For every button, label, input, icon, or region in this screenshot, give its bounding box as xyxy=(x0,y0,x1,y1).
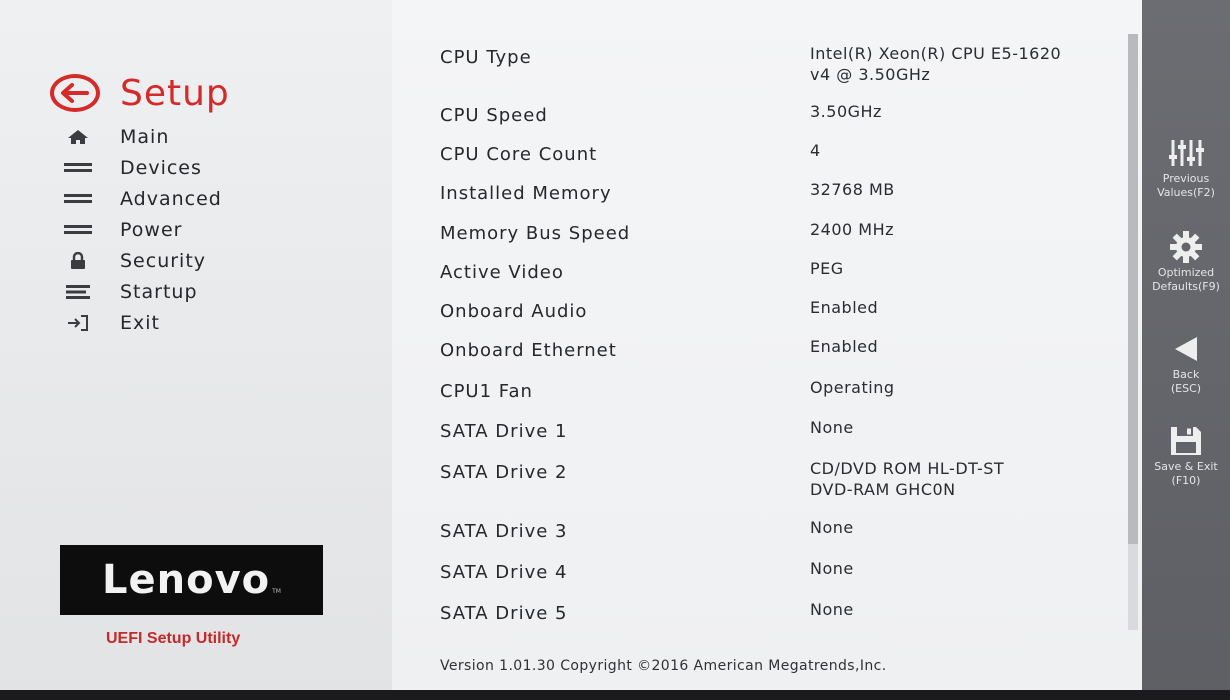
nav-item-label: Startup xyxy=(120,280,198,303)
info-value: Intel(R) Xeon(R) CPU E5-1620 v4 @ 3.50GH… xyxy=(810,44,1062,84)
bezel-edge xyxy=(0,690,1230,700)
nav-menu: Main Devices Advanced Power Security Sta… xyxy=(62,121,222,338)
info-label: SATA Drive 1 xyxy=(440,421,568,442)
advanced-icon xyxy=(62,189,94,209)
utility-name: UEFI Setup Utility xyxy=(106,630,241,647)
action-label: Back (ESC) xyxy=(1170,368,1202,395)
info-label: Installed Memory xyxy=(440,183,612,204)
exit-icon xyxy=(62,313,94,333)
nav-item-advanced[interactable]: Advanced xyxy=(62,183,222,214)
nav-item-label: Devices xyxy=(120,156,202,179)
info-label: SATA Drive 5 xyxy=(440,603,568,624)
nav-item-devices[interactable]: Devices xyxy=(62,152,222,183)
info-label: SATA Drive 4 xyxy=(440,562,568,583)
save-exit-button[interactable]: Save & Exit (F10) xyxy=(1142,422,1230,488)
scrollbar-thumb[interactable] xyxy=(1128,34,1138,544)
info-label: SATA Drive 3 xyxy=(440,521,568,542)
devices-icon xyxy=(62,158,94,178)
info-label: SATA Drive 2 xyxy=(440,462,568,483)
gear-icon xyxy=(1142,228,1230,266)
info-value: Enabled xyxy=(810,298,879,317)
trademark-mark: TM xyxy=(272,588,281,595)
info-value: Operating xyxy=(810,378,895,397)
info-label: Onboard Audio xyxy=(440,301,588,322)
power-icon xyxy=(62,220,94,240)
info-label: CPU Speed xyxy=(440,105,548,126)
nav-item-startup[interactable]: Startup xyxy=(62,276,222,307)
info-value: None xyxy=(810,600,854,619)
sliders-icon xyxy=(1142,134,1230,172)
nav-item-label: Security xyxy=(120,249,207,272)
nav-item-security[interactable]: Security xyxy=(62,245,222,276)
info-value: None xyxy=(810,518,854,537)
logo-text: Lenovo xyxy=(102,557,271,603)
info-label: CPU Type xyxy=(440,47,532,68)
save-icon xyxy=(1142,422,1230,460)
nav-item-exit[interactable]: Exit xyxy=(62,307,222,338)
nav-item-label: Main xyxy=(120,125,170,148)
lenovo-logo: Lenovo TM xyxy=(60,545,323,615)
info-value: 4 xyxy=(810,141,821,160)
info-label: CPU1 Fan xyxy=(440,381,533,402)
info-label: Memory Bus Speed xyxy=(440,223,631,244)
info-value: 2400 MHz xyxy=(810,220,895,239)
action-label: Save & Exit (F10) xyxy=(1154,460,1218,487)
nav-item-label: Power xyxy=(120,218,183,241)
startup-icon xyxy=(62,282,94,302)
home-icon xyxy=(62,127,94,147)
info-label: Onboard Ethernet xyxy=(440,340,617,361)
action-bar: Previous Values(F2) Optimized Defaults(F… xyxy=(1142,0,1230,700)
info-value: PEG xyxy=(810,259,844,278)
info-value: None xyxy=(810,418,854,437)
info-value: 32768 MB xyxy=(810,180,895,199)
previous-values-button[interactable]: Previous Values(F2) xyxy=(1142,134,1230,200)
info-label: CPU Core Count xyxy=(440,144,598,165)
nav-item-label: Exit xyxy=(120,311,160,334)
back-circle-icon[interactable] xyxy=(50,74,100,112)
version-copyright: Version 1.01.30 Copyright ©2016 American… xyxy=(440,658,887,674)
info-value: None xyxy=(810,559,854,578)
nav-item-label: Advanced xyxy=(120,187,222,210)
setup-header: Setup xyxy=(50,70,230,116)
info-label: Active Video xyxy=(440,262,564,283)
page-title: Setup xyxy=(120,72,230,114)
info-value: 3.50GHz xyxy=(810,102,882,121)
navigation-panel: Setup Main Devices Advanced Power Securi… xyxy=(0,0,392,700)
back-arrow-icon xyxy=(1142,330,1230,368)
optimized-defaults-button[interactable]: Optimized Defaults(F9) xyxy=(1142,228,1230,294)
back-button[interactable]: Back (ESC) xyxy=(1142,330,1230,396)
action-label: Previous Values(F2) xyxy=(1157,172,1215,199)
action-label: Optimized Defaults(F9) xyxy=(1152,266,1220,293)
scrollbar[interactable] xyxy=(1128,34,1138,630)
info-value: Enabled xyxy=(810,337,879,356)
info-value: CD/DVD ROM HL-DT-ST DVD-RAM GHC0N xyxy=(810,459,1005,499)
nav-item-power[interactable]: Power xyxy=(62,214,222,245)
lock-icon xyxy=(62,251,94,271)
nav-item-main[interactable]: Main xyxy=(62,121,222,152)
